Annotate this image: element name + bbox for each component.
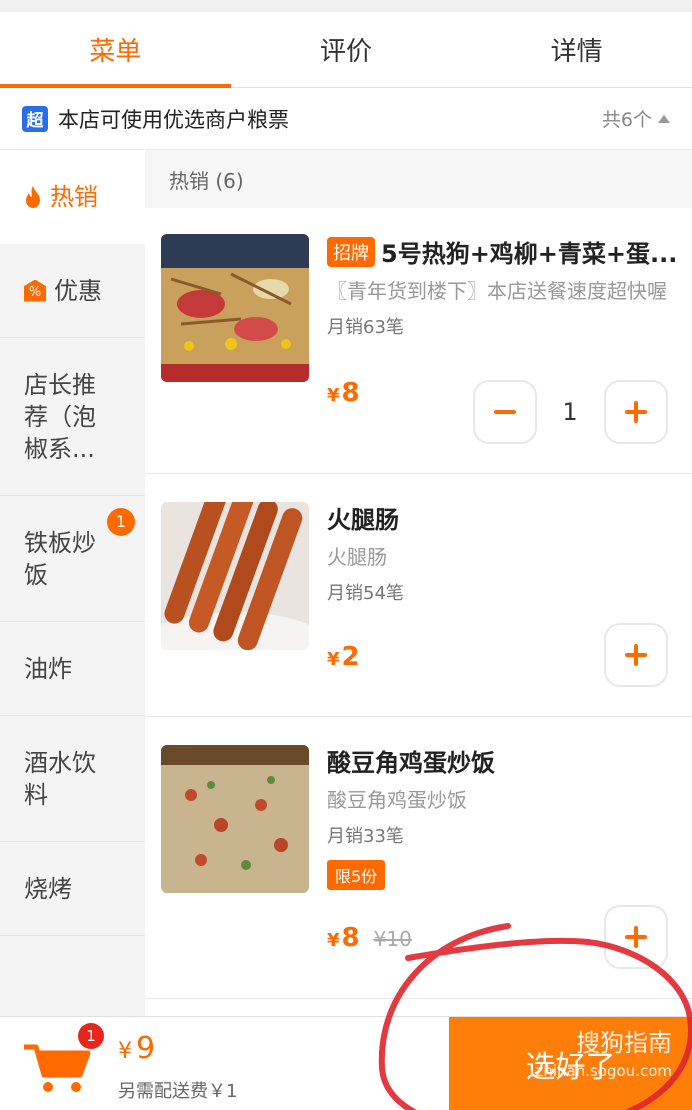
add-button[interactable] [604,905,668,969]
food-image-sausage[interactable] [161,502,309,650]
plus-icon-v [634,644,638,666]
item-desc: 火腿肠 [327,545,387,569]
sidebar-item-label: 优惠 [54,276,102,305]
item-desc: 酸豆角鸡蛋炒饭 [327,788,467,812]
sidebar-item-discount[interactable]: % 优惠 [0,244,145,338]
fire-icon [26,186,40,208]
item-info: 酸豆角鸡蛋炒饭 酸豆角鸡蛋炒饭 月销33笔 限5份 [327,743,678,890]
item-desc: 〖青年货到楼下〗本店送餐速度超快喔 [327,279,667,303]
price-value: 2 [341,642,360,672]
watermark-text: 搜狗指南 [576,1029,672,1057]
notice-count[interactable]: 共6个 [602,105,670,132]
delivery-fee: 另需配送费￥1 [118,1081,238,1102]
category-sidebar: 热销 % 优惠 店长推 荐（泡 椒系... 铁板炒 饭 1 油炸 酒水饮 料 烧… [0,150,145,1016]
plus-icon-v [634,401,638,423]
sidebar-item-label: 热销 [50,183,98,211]
menu-list: 热销 (6) 招牌 5号热狗+鸡柳+青菜+蛋... 〖青年货到楼下〗本店送餐速度… [145,150,692,1016]
percent-tag-icon: % [24,279,46,302]
item-title: 火腿肠 [327,506,399,534]
checkout-button[interactable]: 选好了 搜狗指南 zhinan.sogou.com [449,1017,692,1110]
section-header: 热销 (6) [145,150,692,208]
sidebar-item-label: 铁板炒 饭 [24,528,96,589]
status-strip [0,0,692,12]
item-sales: 月销63笔 [327,317,404,338]
cart-total: ¥9 [118,1031,155,1066]
price-value: 8 [341,923,360,953]
sidebar-item-teppan-rice[interactable]: 铁板炒 饭 1 [0,496,145,622]
tab-menu[interactable]: 菜单 [0,12,231,88]
sidebar-item-label: 店长推 荐（泡 椒系... [24,370,96,463]
original-price: ¥10 [373,927,412,951]
currency-symbol: ¥ [118,1039,132,1064]
caret-up-icon [658,114,670,123]
tab-bar: 菜单 评价 详情 [0,12,692,88]
item-price: ¥ 8 ¥10 [327,923,412,953]
sidebar-item-hot[interactable]: 热销 [0,150,145,244]
currency-symbol: ¥ [327,649,340,670]
coupon-notice-bar[interactable]: 超 本店可使用优选商户粮票 共6个 [0,88,692,150]
item-name: 招牌 5号热狗+鸡柳+青菜+蛋... [327,234,678,269]
cart-icon[interactable] [22,1039,92,1095]
menu-item[interactable]: 酸豆角鸡蛋炒饭 酸豆角鸡蛋炒饭 月销33笔 限5份 ¥ 8 ¥10 [145,717,692,999]
notice-text: 本店可使用优选商户粮票 [58,107,289,132]
food-image-fried-rice[interactable] [161,234,309,382]
item-sales: 月销33笔 [327,826,404,847]
plus-icon-v [634,926,638,948]
sidebar-item-drinks[interactable]: 酒水饮 料 [0,716,145,842]
watermark: 搜狗指南 zhinan.sogou.com [535,1029,672,1085]
add-button[interactable] [604,623,668,687]
total-value: 9 [136,1031,156,1066]
item-price: ¥ 2 [327,642,360,672]
menu-item[interactable]: 招牌 5号热狗+鸡柳+青菜+蛋... 〖青年货到楼下〗本店送餐速度超快喔 月销6… [145,208,692,474]
add-button[interactable] [604,380,668,444]
tab-reviews[interactable]: 评价 [231,12,462,87]
signature-tag: 招牌 [327,236,375,267]
sidebar-item-fried[interactable]: 油炸 [0,622,145,716]
sidebar-item-label: 烧烤 [24,874,72,903]
currency-symbol: ¥ [327,930,340,951]
count-badge: 1 [107,508,135,536]
sidebar-item-bbq[interactable]: 烧烤 [0,842,145,936]
limit-badge: 限5份 [327,860,386,890]
price-value: 8 [341,378,360,408]
super-badge-icon: 超 [22,105,48,132]
item-info: 招牌 5号热狗+鸡柳+青菜+蛋... 〖青年货到楼下〗本店送餐速度超快喔 月销6… [327,234,678,339]
sidebar-item-label: 油炸 [24,654,72,683]
tab-details[interactable]: 详情 [461,12,692,87]
menu-item[interactable]: 火腿肠 火腿肠 月销54笔 ¥ 2 [145,474,692,717]
currency-symbol: ¥ [327,385,340,406]
quantity-value: 1 [562,398,578,426]
sidebar-item-manager-picks[interactable]: 店长推 荐（泡 椒系... [0,338,145,496]
item-title: 酸豆角鸡蛋炒饭 [327,749,495,777]
sidebar-item-label: 酒水饮 料 [24,748,96,809]
cart-bar: 1 ¥9 另需配送费￥1 选好了 搜狗指南 zhinan.sogou.com [0,1016,692,1110]
notice-count-label: 共6个 [601,109,652,131]
watermark-url: zhinan.sogou.com [535,1062,672,1080]
item-info: 火腿肠 火腿肠 月销54笔 [327,500,678,605]
item-title: 5号热狗+鸡柳+青菜+蛋... [381,240,678,268]
minus-icon [494,410,516,414]
item-price: ¥ 8 [327,378,360,408]
decrease-button[interactable] [473,380,537,444]
food-image-bean-fried-rice[interactable] [161,745,309,893]
cart-count-badge: 1 [78,1023,104,1049]
item-sales: 月销54笔 [327,583,404,604]
